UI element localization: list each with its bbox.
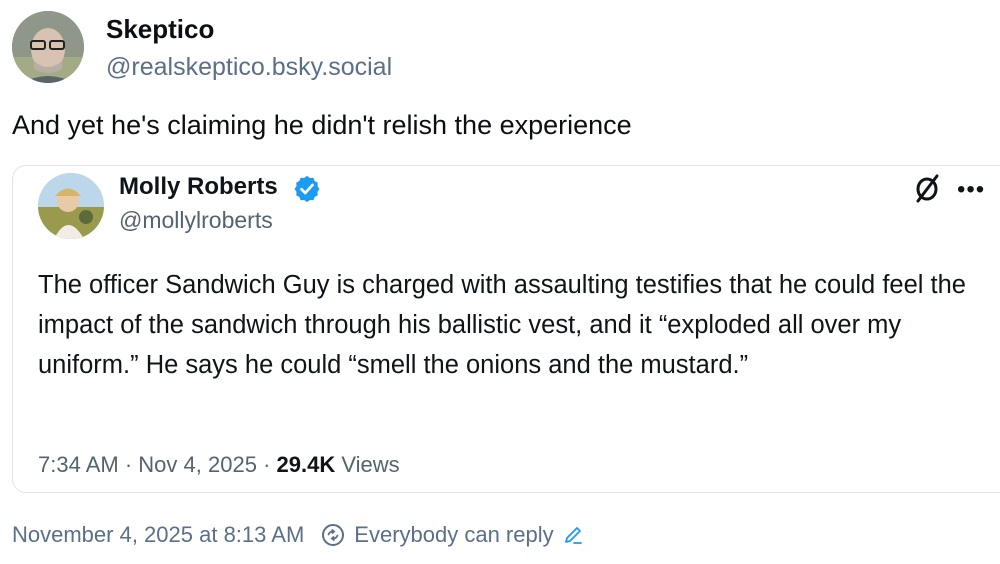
quoted-time[interactable]: 7:34 AM xyxy=(38,452,119,477)
quoted-post-card[interactable]: Molly Roberts @mollylroberts ••• The off… xyxy=(12,165,1000,493)
meta-separator: · xyxy=(124,452,139,477)
quoted-author-name[interactable]: Molly Roberts xyxy=(119,173,278,201)
post-text: And yet he's claiming he didn't relish t… xyxy=(12,110,632,140)
reply-settings-icon[interactable] xyxy=(320,522,346,548)
quoted-avatar-image xyxy=(38,173,104,239)
post-timestamp[interactable]: November 4, 2025 at 8:13 AM xyxy=(12,522,304,548)
quoted-author-handle[interactable]: @mollylroberts xyxy=(119,207,273,234)
null-icon[interactable] xyxy=(911,172,943,204)
verified-badge-icon xyxy=(294,175,320,203)
quoted-author-avatar[interactable] xyxy=(38,173,104,239)
more-icon[interactable]: ••• xyxy=(957,176,985,204)
author-name[interactable]: Skeptico xyxy=(106,14,214,45)
author-avatar-image xyxy=(12,11,84,83)
views-label: Views xyxy=(341,452,400,477)
meta-separator: · xyxy=(263,452,277,477)
author-handle[interactable]: @realskeptico.bsky.social xyxy=(106,53,392,82)
author-avatar[interactable] xyxy=(12,11,84,83)
pencil-icon[interactable] xyxy=(562,524,584,546)
views-count: 29.4K xyxy=(276,452,336,477)
reply-setting-label[interactable]: Everybody can reply xyxy=(354,522,553,548)
quoted-post-text: The officer Sandwich Guy is charged with… xyxy=(38,271,966,379)
quoted-date[interactable]: Nov 4, 2025 xyxy=(138,452,257,477)
post-footer: November 4, 2025 at 8:13 AM Everybody ca… xyxy=(12,522,584,548)
quoted-post-meta: 7:34 AM · Nov 4, 2025 · 29.4K Views xyxy=(38,452,400,478)
